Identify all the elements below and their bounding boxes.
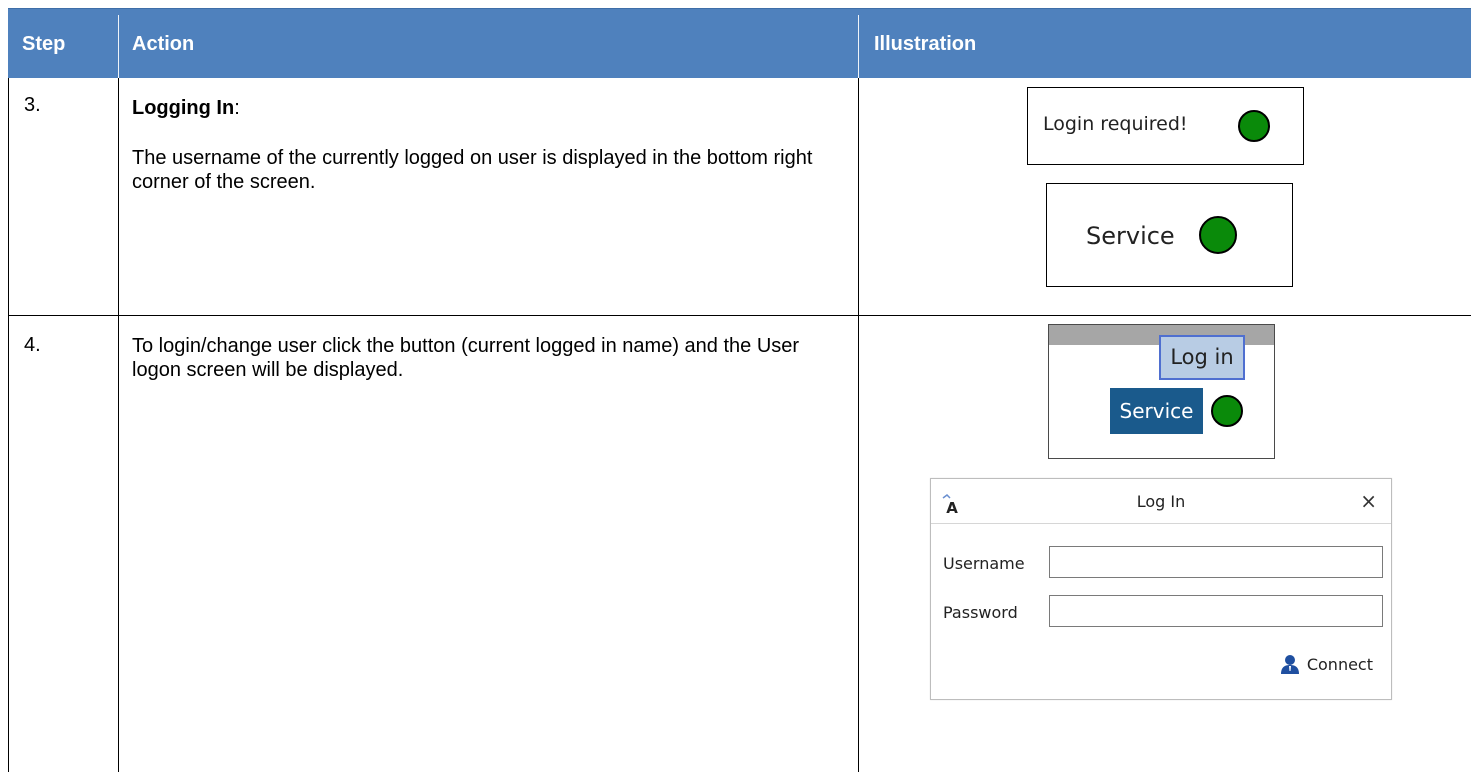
status-indicator-icon [1238, 110, 1270, 142]
login-button[interactable]: Log in [1159, 335, 1245, 380]
screen-corner-fragment: Log in Service [1048, 324, 1275, 459]
login-required-label: Login required! [1043, 113, 1188, 135]
service-label: Service [1086, 222, 1175, 250]
header-divider [858, 15, 859, 79]
table-border-left [8, 78, 9, 772]
step-number: 3. [24, 94, 41, 116]
password-input[interactable] [1049, 595, 1383, 627]
step-title-bold: Logging In [132, 97, 235, 119]
status-indicator-icon [1211, 395, 1243, 427]
dialog-title-bar: A Log In × [931, 479, 1391, 524]
column-divider [858, 78, 859, 772]
connect-label: Connect [1306, 654, 1373, 674]
login-dialog: A Log In × Username Password Connect [930, 478, 1392, 700]
step-description: The username of the currently logged on … [132, 147, 813, 193]
step-number: 4. [24, 334, 41, 356]
step-title-suffix: : [234, 97, 240, 119]
table-header: Step Action Illustration [8, 8, 1471, 79]
password-label: Password [943, 603, 1018, 622]
user-icon [1280, 655, 1299, 674]
username-input[interactable] [1049, 546, 1383, 578]
header-illustration: Illustration [874, 33, 977, 55]
login-required-status: Login required! [1027, 87, 1304, 165]
row-divider [8, 315, 1471, 316]
step-description: To login/change user click the button (c… [132, 335, 800, 381]
header-divider [118, 15, 119, 79]
header-action: Action [132, 33, 195, 55]
current-user-button[interactable]: Service [1110, 388, 1203, 434]
close-icon[interactable]: × [1360, 489, 1377, 513]
header-step: Step [22, 33, 66, 55]
step-title: Logging In: [132, 96, 842, 120]
username-label: Username [943, 554, 1025, 573]
column-divider [118, 78, 119, 772]
connect-button[interactable]: Connect [1279, 651, 1373, 677]
service-status: Service [1046, 183, 1293, 287]
dialog-title: Log In [1136, 492, 1186, 511]
status-indicator-icon [1199, 216, 1237, 254]
